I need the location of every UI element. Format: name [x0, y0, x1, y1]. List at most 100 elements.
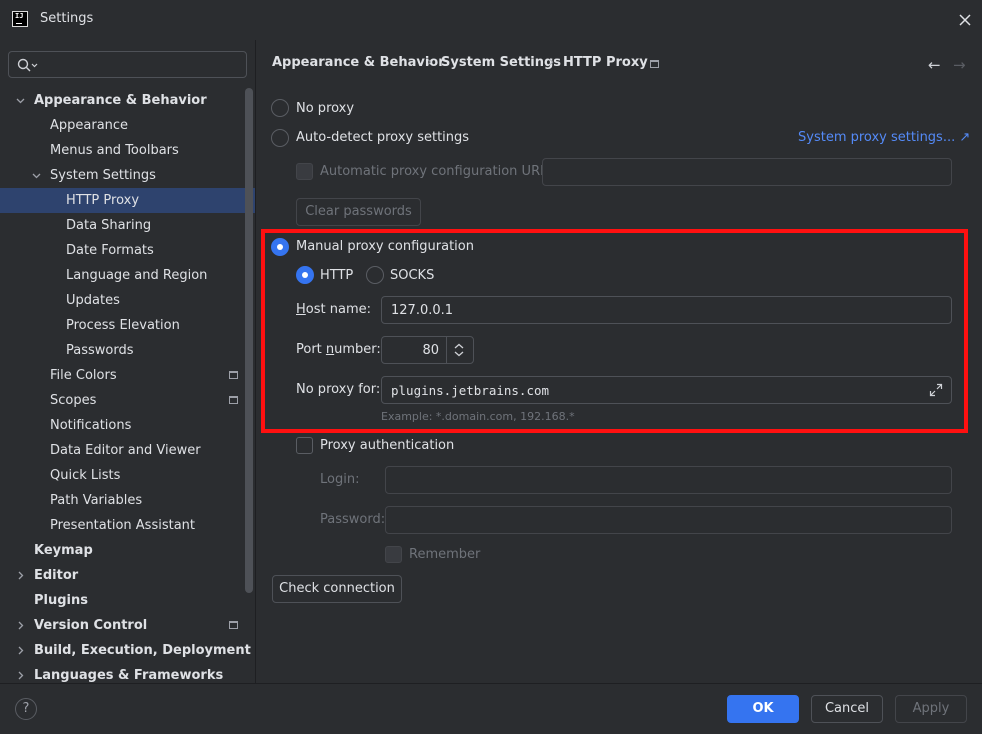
ok-button[interactable]: OK	[727, 695, 799, 723]
project-level-icon	[650, 60, 659, 68]
proxy-auth-label: Proxy authentication	[320, 438, 455, 453]
sidebar-item-label: Menus and Toolbars	[50, 143, 179, 158]
help-icon: ?	[22, 701, 30, 716]
sidebar-item-date-formats[interactable]: Date Formats	[0, 238, 245, 263]
sidebar-item-label: Passwords	[66, 343, 134, 358]
close-icon	[959, 14, 971, 26]
sidebar-item-path-variables[interactable]: Path Variables	[0, 488, 245, 513]
sidebar-item-label: Plugins	[34, 593, 88, 608]
sidebar-item-data-sharing[interactable]: Data Sharing	[0, 213, 245, 238]
sidebar-item-plugins[interactable]: Plugins	[0, 588, 245, 613]
auto-config-url-label: Automatic proxy configuration URL:	[320, 164, 552, 179]
search-input[interactable]	[8, 51, 247, 78]
chevron-right-icon	[18, 646, 24, 655]
password-label: Password:	[320, 512, 386, 527]
sidebar-item-notifications[interactable]: Notifications	[0, 413, 245, 438]
breadcrumb-separator: ›	[427, 55, 433, 70]
project-level-icon	[229, 396, 238, 404]
sidebar-item-label: Version Control	[34, 618, 148, 633]
sidebar-item-label: System Settings	[50, 168, 156, 183]
sidebar-item-system-settings[interactable]: System Settings	[0, 163, 245, 188]
sidebar-item-label: Appearance & Behavior	[34, 93, 207, 108]
apply-button[interactable]: Apply	[895, 695, 967, 723]
auto-detect-label: Auto-detect proxy settings	[296, 130, 470, 145]
app-logo-icon: IJ	[12, 11, 28, 27]
sidebar-item-appearance[interactable]: Appearance	[0, 113, 245, 138]
sidebar-item-label: Presentation Assistant	[50, 518, 195, 533]
sidebar-item-quick-lists[interactable]: Quick Lists	[0, 463, 245, 488]
sidebar-item-label: Editor	[34, 568, 79, 583]
app-logo-text: IJ	[15, 12, 24, 20]
back-button[interactable]: ←	[928, 56, 941, 74]
sidebar-item-label: Languages & Frameworks	[34, 668, 224, 683]
sidebar-item-label: Appearance	[50, 118, 129, 133]
window-title: Settings	[40, 11, 94, 26]
chevron-right-icon	[18, 621, 24, 630]
sidebar-scrollbar[interactable]	[245, 88, 253, 593]
auto-detect-radio[interactable]	[271, 129, 289, 147]
password-input[interactable]	[385, 506, 952, 534]
breadcrumb-system-settings[interactable]: System Settings	[441, 55, 561, 70]
help-button[interactable]: ?	[15, 698, 37, 720]
sidebar-item-updates[interactable]: Updates	[0, 288, 245, 313]
sidebar-item-label: Date Formats	[66, 243, 154, 258]
breadcrumb-separator: ›	[549, 55, 555, 70]
sidebar-item-process-elevation[interactable]: Process Elevation	[0, 313, 245, 338]
sidebar-item-label: Notifications	[50, 418, 132, 433]
sidebar-item-label: File Colors	[50, 368, 117, 383]
title-bar	[0, 0, 982, 40]
system-proxy-settings-link[interactable]: System proxy settings... ↗	[798, 130, 970, 145]
sidebar-item-label: Data Editor and Viewer	[50, 443, 201, 458]
sidebar-item-label: Updates	[66, 293, 120, 308]
clear-passwords-button[interactable]: Clear passwords	[296, 198, 421, 226]
cancel-button[interactable]: Cancel	[811, 695, 883, 723]
sidebar-item-language-region[interactable]: Language and Region	[0, 263, 245, 288]
sidebar-item-menus-toolbars[interactable]: Menus and Toolbars	[0, 138, 245, 163]
sidebar-item-appearance-behavior[interactable]: Appearance & Behavior	[0, 88, 245, 113]
sidebar-item-file-colors[interactable]: File Colors	[0, 363, 245, 388]
chevron-right-icon	[18, 571, 24, 580]
sidebar-item-label: Keymap	[34, 543, 93, 558]
auto-config-url-checkbox[interactable]	[296, 163, 313, 180]
sidebar-item-label: Data Sharing	[66, 218, 152, 233]
sidebar-item-label: HTTP Proxy	[66, 193, 140, 208]
remember-label: Remember	[409, 547, 481, 562]
search-icon	[17, 58, 38, 72]
check-connection-button[interactable]: Check connection	[272, 575, 402, 603]
arrow-left-icon: ←	[928, 56, 941, 74]
sidebar-item-build-execution-deployment[interactable]: Build, Execution, Deployment	[0, 638, 251, 663]
no-proxy-label: No proxy	[296, 101, 355, 116]
arrow-right-icon: →	[953, 56, 966, 74]
sidebar-item-scopes[interactable]: Scopes	[0, 388, 245, 413]
breadcrumb-http-proxy: HTTP Proxy	[563, 55, 648, 70]
sidebar-item-version-control[interactable]: Version Control	[0, 613, 245, 638]
remember-checkbox[interactable]	[385, 546, 402, 563]
highlight-annotation	[261, 229, 968, 433]
chevron-down-icon	[32, 173, 41, 179]
sidebar-item-languages-frameworks[interactable]: Languages & Frameworks	[0, 663, 245, 683]
project-level-icon	[229, 621, 238, 629]
forward-button[interactable]: →	[953, 56, 966, 74]
sidebar-item-passwords[interactable]: Passwords	[0, 338, 245, 363]
chevron-down-icon	[16, 98, 25, 104]
sidebar-item-editor[interactable]: Editor	[0, 563, 245, 588]
sidebar-item-label: Build, Execution, Deployment	[34, 643, 251, 658]
sidebar-item-http-proxy[interactable]: HTTP Proxy	[0, 188, 255, 213]
splitter[interactable]	[255, 40, 256, 683]
breadcrumb-appearance-behavior[interactable]: Appearance & Behavior	[272, 55, 445, 70]
no-proxy-radio[interactable]	[271, 99, 289, 117]
auto-config-url-field[interactable]	[542, 158, 952, 186]
close-button[interactable]	[952, 8, 978, 32]
sidebar-item-label: Process Elevation	[66, 318, 180, 333]
login-label: Login:	[320, 472, 360, 487]
login-input[interactable]	[385, 466, 952, 494]
sidebar-item-presentation-assistant[interactable]: Presentation Assistant	[0, 513, 245, 538]
sidebar-item-label: Path Variables	[50, 493, 143, 508]
sidebar-item-label: Language and Region	[66, 268, 208, 283]
sidebar-item-label: Quick Lists	[50, 468, 121, 483]
project-level-icon	[229, 371, 238, 379]
proxy-auth-checkbox[interactable]	[296, 437, 313, 454]
chevron-right-icon	[18, 671, 24, 680]
sidebar-item-keymap[interactable]: Keymap	[0, 538, 245, 563]
sidebar-item-data-editor-viewer[interactable]: Data Editor and Viewer	[0, 438, 245, 463]
